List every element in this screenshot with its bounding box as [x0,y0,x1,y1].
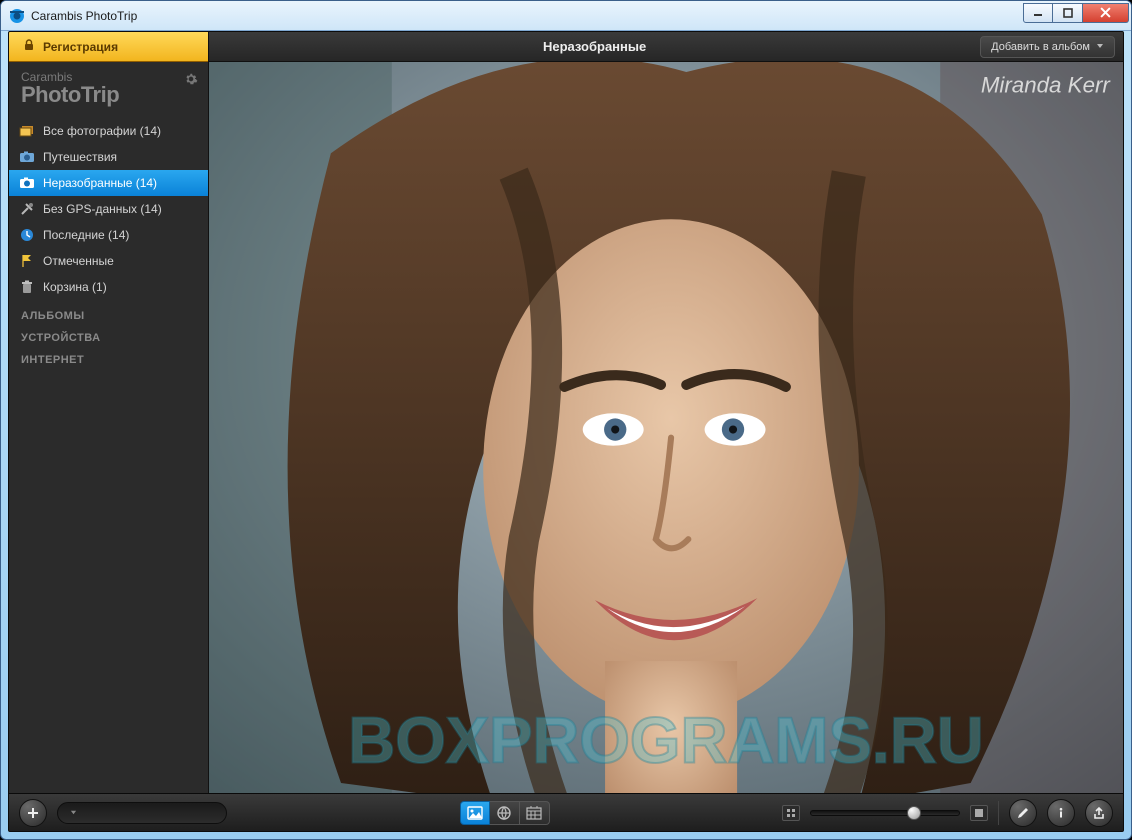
stack-icon [19,123,35,139]
main: Неразобранные Добавить в альбом [209,32,1123,793]
camera-icon [19,149,35,165]
search-box[interactable] [57,802,227,824]
zoom-slider[interactable] [810,810,960,816]
gear-icon [184,72,198,86]
separator [998,801,999,825]
thumb-small-button[interactable] [782,805,800,821]
plus-icon [26,806,40,820]
flag-icon [19,253,35,269]
edit-button[interactable] [1009,799,1037,827]
cat-devices[interactable]: УСТРОЙСТВА [21,332,196,344]
calendar-icon [526,806,542,820]
sidebar-item-label: Корзина (1) [43,280,107,294]
view-tabs [460,801,550,825]
zoom-slider-thumb[interactable] [907,806,921,820]
nav-list: Все фотографии (14) Путешествия Неразобр… [9,118,208,300]
trash-icon [19,279,35,295]
watermark-text: BOXPROGRAMS.RU [348,704,983,777]
info-icon [1054,806,1068,820]
settings-button[interactable] [184,72,198,91]
registration-button[interactable]: Регистрация [9,32,208,62]
sidebar-item-label: Без GPS-данных (14) [43,202,162,216]
sidebar-item-label: Все фотографии (14) [43,124,161,138]
info-button[interactable] [1047,799,1075,827]
app-icon [9,8,25,24]
share-icon [1092,806,1106,820]
sidebar-item-label: Неразобранные (14) [43,176,157,190]
app-window: Carambis PhotoTrip Регистрация [0,0,1132,840]
sidebar: Регистрация Carambis PhotoTrip Все фотог… [9,32,209,793]
brand: Carambis PhotoTrip [9,62,208,118]
share-button[interactable] [1085,799,1113,827]
minimize-button[interactable] [1023,3,1053,23]
cat-albums[interactable]: АЛЬБОМЫ [21,310,196,322]
app-body: Регистрация Carambis PhotoTrip Все фотог… [8,31,1124,832]
thumb-large-button[interactable] [970,805,988,821]
titlebar[interactable]: Carambis PhotoTrip [1,1,1131,31]
chevron-down-icon [1096,41,1104,53]
view-tab-map[interactable] [490,801,520,825]
sidebar-item-recent[interactable]: Последние (14) [9,222,208,248]
camera-icon [19,175,35,191]
globe-icon [496,805,512,821]
grid-small-icon [786,808,796,818]
tools-icon [19,201,35,217]
window-buttons [1023,3,1129,23]
sidebar-categories: АЛЬБОМЫ УСТРОЙСТВА ИНТЕРНЕТ [9,300,208,376]
clock-icon [19,227,35,243]
sidebar-item-trash[interactable]: Корзина (1) [9,274,208,300]
maximize-button[interactable] [1053,3,1083,23]
page-title: Неразобранные [217,39,972,54]
footer [9,793,1123,831]
chevron-down-icon [70,807,77,819]
sidebar-item-flagged[interactable]: Отмеченные [9,248,208,274]
sidebar-item-label: Последние (14) [43,228,129,242]
pencil-icon [1016,806,1030,820]
brand-line2: PhotoTrip [21,82,196,108]
sidebar-item-all[interactable]: Все фотографии (14) [9,118,208,144]
sidebar-item-label: Путешествия [43,150,117,164]
registration-label: Регистрация [43,40,118,54]
image-icon [467,806,483,820]
lock-icon [23,39,35,54]
window-title: Carambis PhotoTrip [31,9,1023,23]
cat-internet[interactable]: ИНТЕРНЕТ [21,354,196,366]
photo-placeholder: Miranda Kerr BOXPROGRAMS.RU [209,62,1123,793]
sidebar-item-nogps[interactable]: Без GPS-данных (14) [9,196,208,222]
topbar: Неразобранные Добавить в альбом [209,32,1123,62]
close-button[interactable] [1083,3,1129,23]
sidebar-item-label: Отмеченные [43,254,114,268]
view-tab-calendar[interactable] [520,801,550,825]
add-to-album-button[interactable]: Добавить в альбом [980,36,1115,58]
add-to-album-label: Добавить в альбом [991,41,1090,53]
search-input[interactable] [81,807,223,819]
sidebar-item-unsorted[interactable]: Неразобранные (14) [9,170,208,196]
square-large-icon [974,808,984,818]
sidebar-item-trips[interactable]: Путешествия [9,144,208,170]
view-tab-photo[interactable] [460,801,490,825]
signature-text: Miranda Kerr [981,72,1112,97]
image-viewer[interactable]: Miranda Kerr BOXPROGRAMS.RU [209,62,1123,793]
add-button[interactable] [19,799,47,827]
